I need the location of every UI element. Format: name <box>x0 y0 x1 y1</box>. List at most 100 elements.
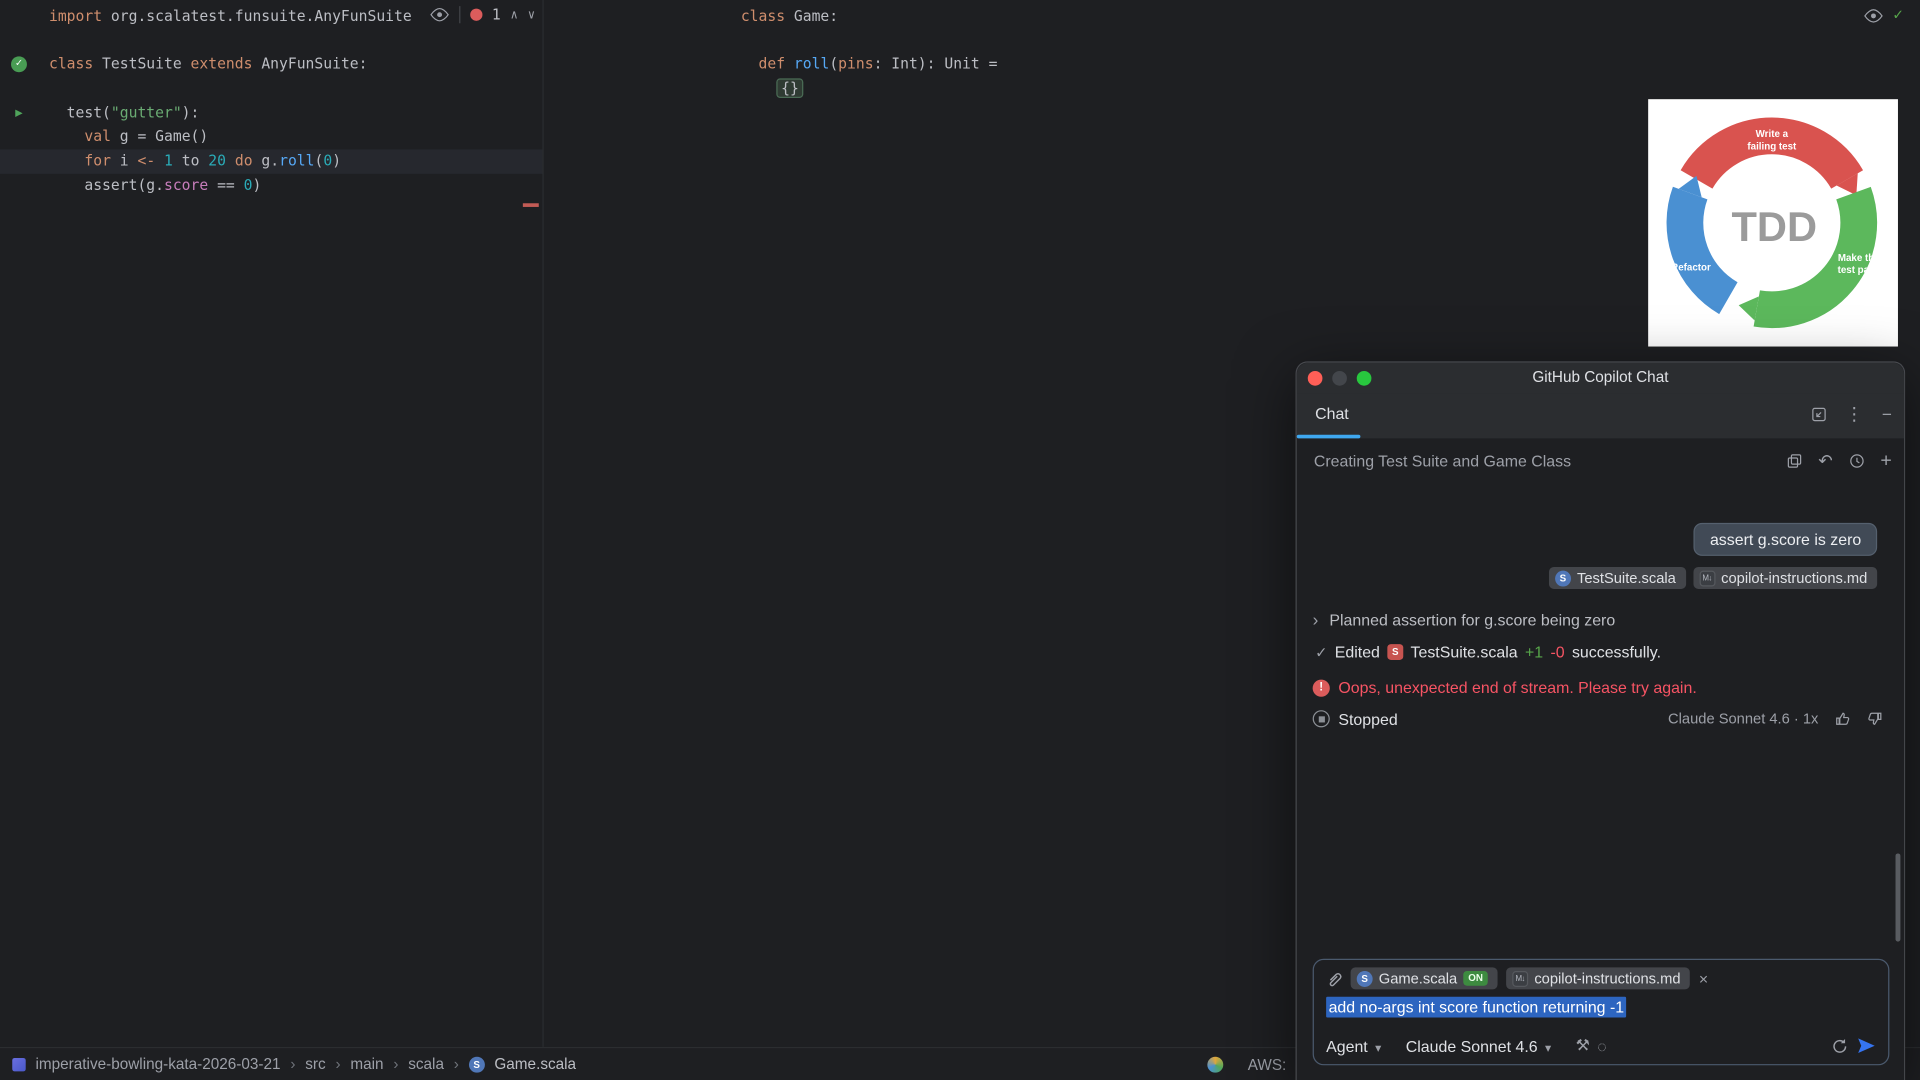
traffic-light-close[interactable] <box>1307 371 1323 386</box>
hide-window-icon[interactable] <box>1882 404 1892 424</box>
tdd-label-red-1: Write a <box>1756 129 1789 140</box>
input-toolbar: Agent Claude Sonnet 4.6 <box>1326 1036 1876 1056</box>
edited-label: Edited <box>1334 642 1380 662</box>
error-badge-icon[interactable] <box>469 8 483 21</box>
chat-titlebar[interactable]: GitHub Copilot Chat <box>1296 362 1905 394</box>
no-problems-icon: ✓ <box>1893 6 1903 25</box>
copy-icon[interactable] <box>1786 453 1802 469</box>
history-icon[interactable] <box>1849 453 1865 469</box>
chat-tabbar: Chat <box>1296 393 1905 439</box>
breadcrumb-separator: › <box>393 1055 399 1073</box>
error-message-row: Oops, unexpected end of stream. Please t… <box>1312 678 1697 697</box>
attachment-chip[interactable]: Game.scala ON <box>1350 967 1498 990</box>
collapsed-step-row[interactable]: Planned assertion for g.score being zero <box>1313 610 1615 630</box>
status-row: Stopped Claude Sonnet 4.6 · 1x <box>1312 709 1885 729</box>
attachment-label: Game.scala <box>1378 969 1458 987</box>
model-selector[interactable]: Claude Sonnet 4.6 <box>1406 1037 1538 1055</box>
usage-circle-icon[interactable] <box>1597 1037 1606 1055</box>
selected-input-text[interactable]: add no-args int score function returning… <box>1326 996 1627 1018</box>
breadcrumb-separator: › <box>290 1055 296 1073</box>
thumbs-down-icon[interactable] <box>1865 709 1885 729</box>
code-line[interactable]: val g = Game() <box>0 125 542 149</box>
code-line[interactable]: ✓ class TestSuite extends AnyFunSuite: <box>0 53 542 77</box>
preview-eye-icon[interactable] <box>429 7 449 22</box>
breadcrumb-project[interactable]: imperative-bowling-kata-2026-03-21 <box>36 1056 281 1073</box>
project-icon[interactable] <box>12 1057 26 1071</box>
error-stripe-mark[interactable] <box>522 203 539 207</box>
code-line[interactable]: def roll(pins: Int): Unit = <box>741 53 1920 77</box>
message-attachments: TestSuite.scala copilot-instructions.md <box>1548 566 1878 589</box>
remove-attachment-icon[interactable] <box>1699 969 1708 987</box>
tab-underline <box>1296 434 1361 439</box>
chat-input-box[interactable]: Game.scala ON copilot-instructions.md ad… <box>1312 958 1890 1066</box>
new-chat-icon[interactable] <box>1880 452 1891 469</box>
edited-suffix: successfully. <box>1571 642 1662 662</box>
on-badge: ON <box>1463 971 1488 986</box>
inspections-widget-left[interactable]: 1 <box>429 6 535 24</box>
check-icon <box>1315 643 1327 661</box>
preview-eye-icon[interactable] <box>1864 8 1884 23</box>
tdd-label-green-1: Make the <box>1838 253 1880 264</box>
chat-session-header: Creating Test Suite and Game Class <box>1314 451 1892 472</box>
aws-label[interactable]: AWS: <box>1248 1056 1287 1073</box>
chevron-right-icon[interactable] <box>1313 610 1319 630</box>
status-label: Stopped <box>1338 709 1398 728</box>
attachment-chip[interactable]: copilot-instructions.md <box>1692 566 1878 589</box>
attachment-chip[interactable]: copilot-instructions.md <box>1506 967 1691 990</box>
file-icon <box>1387 644 1404 661</box>
left-code-block: import org.scalatest.funsuite.AnyFunSuit… <box>0 5 543 198</box>
code-line[interactable] <box>0 29 542 53</box>
scala-file-icon <box>1554 570 1571 586</box>
thumbs-up-icon[interactable] <box>1833 709 1853 729</box>
code-line[interactable]: assert(g.score == 0) <box>0 174 542 198</box>
breadcrumb-scala[interactable]: scala <box>408 1056 444 1073</box>
inspections-widget-right[interactable]: ✓ <box>1864 6 1903 24</box>
breadcrumb-file[interactable]: Game.scala <box>494 1056 576 1073</box>
error-count: 1 <box>491 6 501 24</box>
attachment-label: TestSuite.scala <box>1577 569 1676 587</box>
editor-left-pane[interactable]: import org.scalatest.funsuite.AnyFunSuit… <box>0 0 544 1047</box>
breadcrumb-separator: › <box>335 1055 341 1073</box>
next-error-icon[interactable] <box>528 8 535 21</box>
tdd-label-blue: Refactor <box>1671 263 1711 274</box>
right-code-block: class Game: def roll(pins: Int): Unit = … <box>741 5 1920 101</box>
edited-file-name[interactable]: TestSuite.scala <box>1411 643 1518 661</box>
more-options-icon[interactable] <box>1845 403 1863 425</box>
mode-selector[interactable]: Agent <box>1326 1037 1368 1055</box>
chevron-down-icon[interactable] <box>1375 1037 1381 1055</box>
scala-file-icon <box>468 1056 485 1073</box>
chat-scrollbar-thumb[interactable] <box>1895 853 1901 942</box>
undo-icon[interactable] <box>1818 451 1832 472</box>
code-line[interactable] <box>0 77 542 101</box>
code-line[interactable]: {} <box>741 77 1920 101</box>
open-in-editor-icon[interactable] <box>1811 406 1827 422</box>
session-title: Creating Test Suite and Game Class <box>1313 451 1572 471</box>
stop-icon[interactable] <box>1312 710 1330 728</box>
run-test-gutter-icon[interactable]: ▶ <box>11 105 27 121</box>
breadcrumb-src[interactable]: src <box>305 1056 325 1073</box>
traffic-light-zoom[interactable] <box>1356 371 1372 386</box>
test-passed-gutter-icon[interactable]: ✓ <box>11 56 27 73</box>
attachment-chip[interactable]: TestSuite.scala <box>1548 566 1686 589</box>
prev-error-icon[interactable] <box>511 8 518 21</box>
tdd-center-label: TDD <box>1732 203 1818 250</box>
service-status-icon[interactable] <box>1207 1056 1224 1073</box>
code-line[interactable]: for i <- 1 to 20 do g.roll(0) <box>0 149 543 174</box>
retry-icon[interactable] <box>1831 1037 1849 1055</box>
markdown-file-icon <box>1699 570 1716 586</box>
code-line[interactable]: ▶ test("gutter"): <box>0 101 542 125</box>
attach-icon[interactable] <box>1325 970 1342 987</box>
tools-icon[interactable] <box>1576 1036 1590 1056</box>
attachment-label: copilot-instructions.md <box>1721 569 1868 587</box>
tab-chat[interactable]: Chat <box>1315 404 1349 422</box>
ide-root: import org.scalatest.funsuite.AnyFunSuit… <box>0 0 1920 1080</box>
breadcrumb-main[interactable]: main <box>350 1056 383 1073</box>
send-button[interactable] <box>1856 1036 1876 1056</box>
chevron-down-icon[interactable] <box>1545 1037 1551 1055</box>
lines-added: +1 <box>1524 642 1544 662</box>
lines-removed: -0 <box>1550 642 1565 662</box>
code-line[interactable]: class Game: <box>741 5 1920 29</box>
traffic-light-minimize[interactable] <box>1332 371 1347 386</box>
code-line[interactable] <box>741 29 1920 53</box>
chat-input-field[interactable]: add no-args int score function returning… <box>1326 996 1627 1018</box>
